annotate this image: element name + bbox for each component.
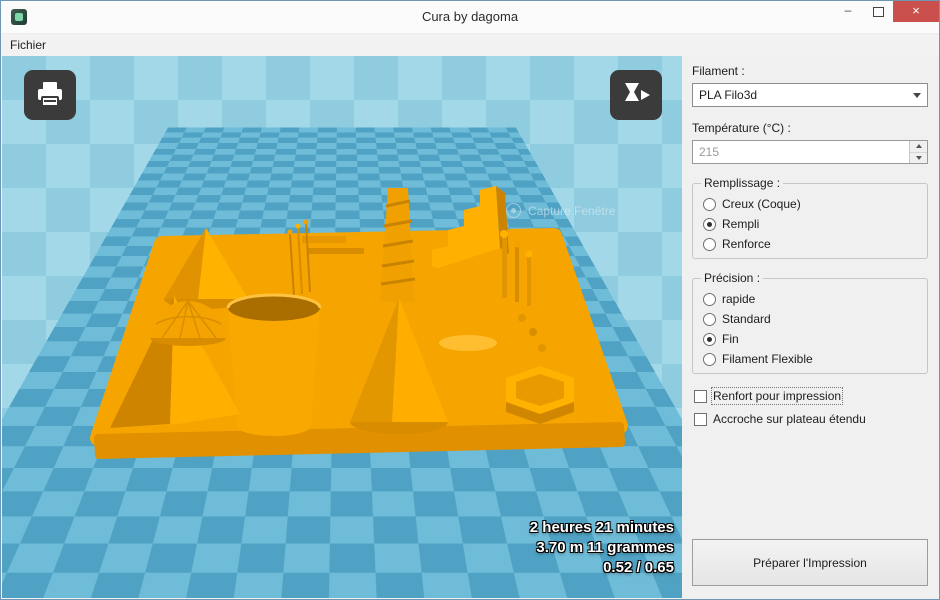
radio-label: Fin — [722, 332, 739, 346]
filament-usage: 3.70 m 11 grammes — [536, 539, 674, 556]
maximize-button[interactable] — [863, 1, 893, 22]
checkbox-icon — [694, 412, 707, 426]
printer-icon — [38, 82, 62, 107]
radio-label: Renforce — [722, 237, 771, 251]
title-bar[interactable]: Cura by dagoma – × — [1, 1, 939, 34]
radio-label: rapide — [722, 292, 756, 306]
checkbox-icon — [694, 389, 707, 403]
checkbox-label: Renfort pour impression — [710, 387, 844, 405]
menu-item-fichier[interactable]: Fichier — [1, 34, 55, 56]
model-scene[interactable] — [2, 56, 682, 598]
filament-select[interactable]: PLA Filo3d — [692, 83, 928, 107]
print-time: 2 heures 21 minutes — [529, 519, 674, 536]
radio-icon — [703, 332, 716, 346]
maximize-icon — [872, 6, 884, 17]
app-icon — [11, 9, 27, 25]
radio-icon — [703, 292, 716, 306]
radio-label: Filament Flexible — [722, 352, 813, 366]
radio-standard[interactable]: Standard — [703, 312, 919, 326]
viewport-3d[interactable]: Capture Fenêtre 2 heures 21 minutes 3.70… — [2, 56, 682, 598]
temperature-input[interactable]: 215 — [692, 140, 928, 164]
window-controls: – × — [833, 1, 939, 22]
arrow-down-icon — [915, 155, 922, 160]
filament-label: Filament : — [692, 64, 745, 78]
spin-up-button[interactable] — [910, 141, 927, 153]
app-window: Cura by dagoma – × Fichier Capture Fenêt… — [0, 0, 940, 600]
spin-down-button[interactable] — [910, 152, 927, 163]
settings-panel: Filament : PLA Filo3d Température (°C) :… — [682, 56, 938, 598]
radio-icon — [703, 197, 716, 211]
radio-renforce[interactable]: Renforce — [703, 237, 919, 251]
window-title: Cura by dagoma — [421, 9, 519, 24]
radio-icon — [703, 217, 716, 231]
chevron-down-icon — [913, 92, 921, 98]
radio-fin[interactable]: Fin — [703, 332, 919, 346]
prepare-print-button[interactable]: Préparer l'Impression — [692, 539, 928, 586]
radio-label: Standard — [722, 312, 771, 326]
temperature-label: Température (°C) : — [692, 121, 791, 135]
arrow-up-icon — [915, 144, 922, 149]
load-model-button[interactable] — [24, 70, 76, 120]
cost-estimate: 0.52 / 0.65 — [603, 559, 674, 576]
toolhead-button[interactable] — [610, 70, 662, 120]
extruder-icon — [625, 83, 650, 101]
precision-group: Précision : rapide Standard Fin Filament… — [692, 271, 928, 374]
radio-icon — [703, 312, 716, 326]
radio-filament-flexible[interactable]: Filament Flexible — [703, 352, 919, 366]
radio-rapide[interactable]: rapide — [703, 292, 919, 306]
filament-value: PLA Filo3d — [699, 88, 758, 102]
precision-title: Précision : — [704, 271, 761, 285]
close-button[interactable]: × — [893, 1, 939, 22]
print-stats: 2 heures 21 minutes 3.70 m 11 grammes 0.… — [530, 518, 674, 578]
temperature-value: 215 — [699, 145, 720, 159]
minimize-button[interactable]: – — [833, 1, 863, 22]
radio-icon — [703, 237, 716, 251]
radio-label: Rempli — [722, 217, 760, 231]
radio-rempli[interactable]: Rempli — [703, 217, 919, 231]
remplissage-group: Remplissage : Creux (Coque) Rempli Renfo… — [692, 176, 928, 259]
menu-bar: Fichier — [1, 34, 939, 56]
checkbox-accroche-plateau[interactable]: Accroche sur plateau étendu — [694, 412, 928, 426]
radio-icon — [703, 352, 716, 366]
checkbox-label: Accroche sur plateau étendu — [713, 412, 866, 426]
radio-label: Creux (Coque) — [722, 197, 801, 211]
checkbox-renfort-impression[interactable]: Renfort pour impression — [694, 387, 928, 405]
remplissage-title: Remplissage : — [704, 176, 781, 190]
temperature-spinner — [909, 141, 927, 163]
radio-creux-coque[interactable]: Creux (Coque) — [703, 197, 919, 211]
